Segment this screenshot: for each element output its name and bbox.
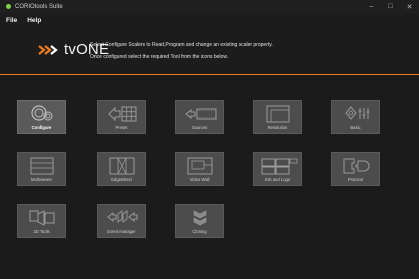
tool-label: Multiviewer bbox=[31, 177, 52, 182]
window-controls: – □ ✕ bbox=[362, 0, 419, 13]
tool-label: Resolution bbox=[267, 125, 288, 130]
minimize-button[interactable]: – bbox=[362, 0, 381, 13]
basic-adjust-icon bbox=[345, 106, 370, 120]
tool-multiviewer[interactable]: Multiviewer bbox=[17, 152, 66, 186]
title-bar: CORIOtools Suite – □ ✕ bbox=[0, 0, 419, 13]
tool-label: Preset bbox=[115, 125, 128, 130]
protocol-icon bbox=[343, 158, 370, 174]
tool-edgeblend[interactable]: EdgeBlend bbox=[97, 152, 146, 186]
video-wall-icon bbox=[187, 157, 213, 175]
tool-basic[interactable]: Basic bbox=[331, 100, 380, 134]
edgeblend-icon bbox=[109, 157, 135, 175]
tool-resolution[interactable]: Resolution bbox=[253, 100, 302, 134]
preset-icon bbox=[108, 106, 137, 122]
menu-bar: File Help bbox=[0, 13, 419, 27]
gears-icon bbox=[31, 105, 53, 121]
close-button[interactable]: ✕ bbox=[400, 0, 419, 13]
tool-label: Basic bbox=[350, 125, 361, 130]
3d-tools-icon bbox=[29, 210, 55, 226]
event-manager-icon bbox=[107, 210, 138, 223]
tool-label: Configure bbox=[31, 125, 52, 130]
sis-logo-icon bbox=[261, 158, 298, 175]
tool-sources[interactable]: Sources bbox=[175, 100, 224, 134]
tool-label: Video Wall bbox=[189, 177, 210, 182]
cloning-icon bbox=[193, 210, 207, 226]
instruction-text-secondary: Once configured select the required Tool… bbox=[90, 54, 229, 60]
tool-protocol[interactable]: Protocol bbox=[331, 152, 380, 186]
resolution-icon bbox=[266, 105, 290, 123]
tool-label: Protocol bbox=[347, 177, 364, 182]
tool-cloning[interactable]: Cloning bbox=[175, 204, 224, 238]
tool-sis-and-logo[interactable]: SIS and Logo bbox=[253, 152, 302, 186]
tool-preset[interactable]: Preset bbox=[97, 100, 146, 134]
multiviewer-icon bbox=[30, 157, 54, 175]
tool-label: Cloning bbox=[192, 229, 207, 234]
tool-3d-tools[interactable]: 3D Tools bbox=[17, 204, 66, 238]
maximize-button[interactable]: □ bbox=[381, 0, 400, 13]
menu-help[interactable]: Help bbox=[27, 17, 41, 24]
tool-video-wall[interactable]: Video Wall bbox=[175, 152, 224, 186]
app-icon bbox=[6, 4, 11, 9]
instruction-text: Select Configure Scalers to Read,Program… bbox=[90, 42, 273, 48]
sources-icon bbox=[185, 108, 217, 120]
tool-label: EdgeBlend bbox=[111, 177, 132, 182]
tool-label: Sources bbox=[191, 125, 208, 130]
menu-file[interactable]: File bbox=[6, 17, 17, 24]
tool-event-manager[interactable]: Event manager bbox=[97, 204, 146, 238]
tool-label: SIS and Logo bbox=[264, 177, 291, 182]
tool-configure[interactable]: Configure bbox=[17, 100, 66, 134]
tool-label: 3D Tools bbox=[33, 229, 50, 234]
window-title: CORIOtools Suite bbox=[15, 3, 63, 10]
tool-label: Event manager bbox=[107, 229, 136, 234]
chevrons-logo-icon bbox=[38, 44, 58, 55]
